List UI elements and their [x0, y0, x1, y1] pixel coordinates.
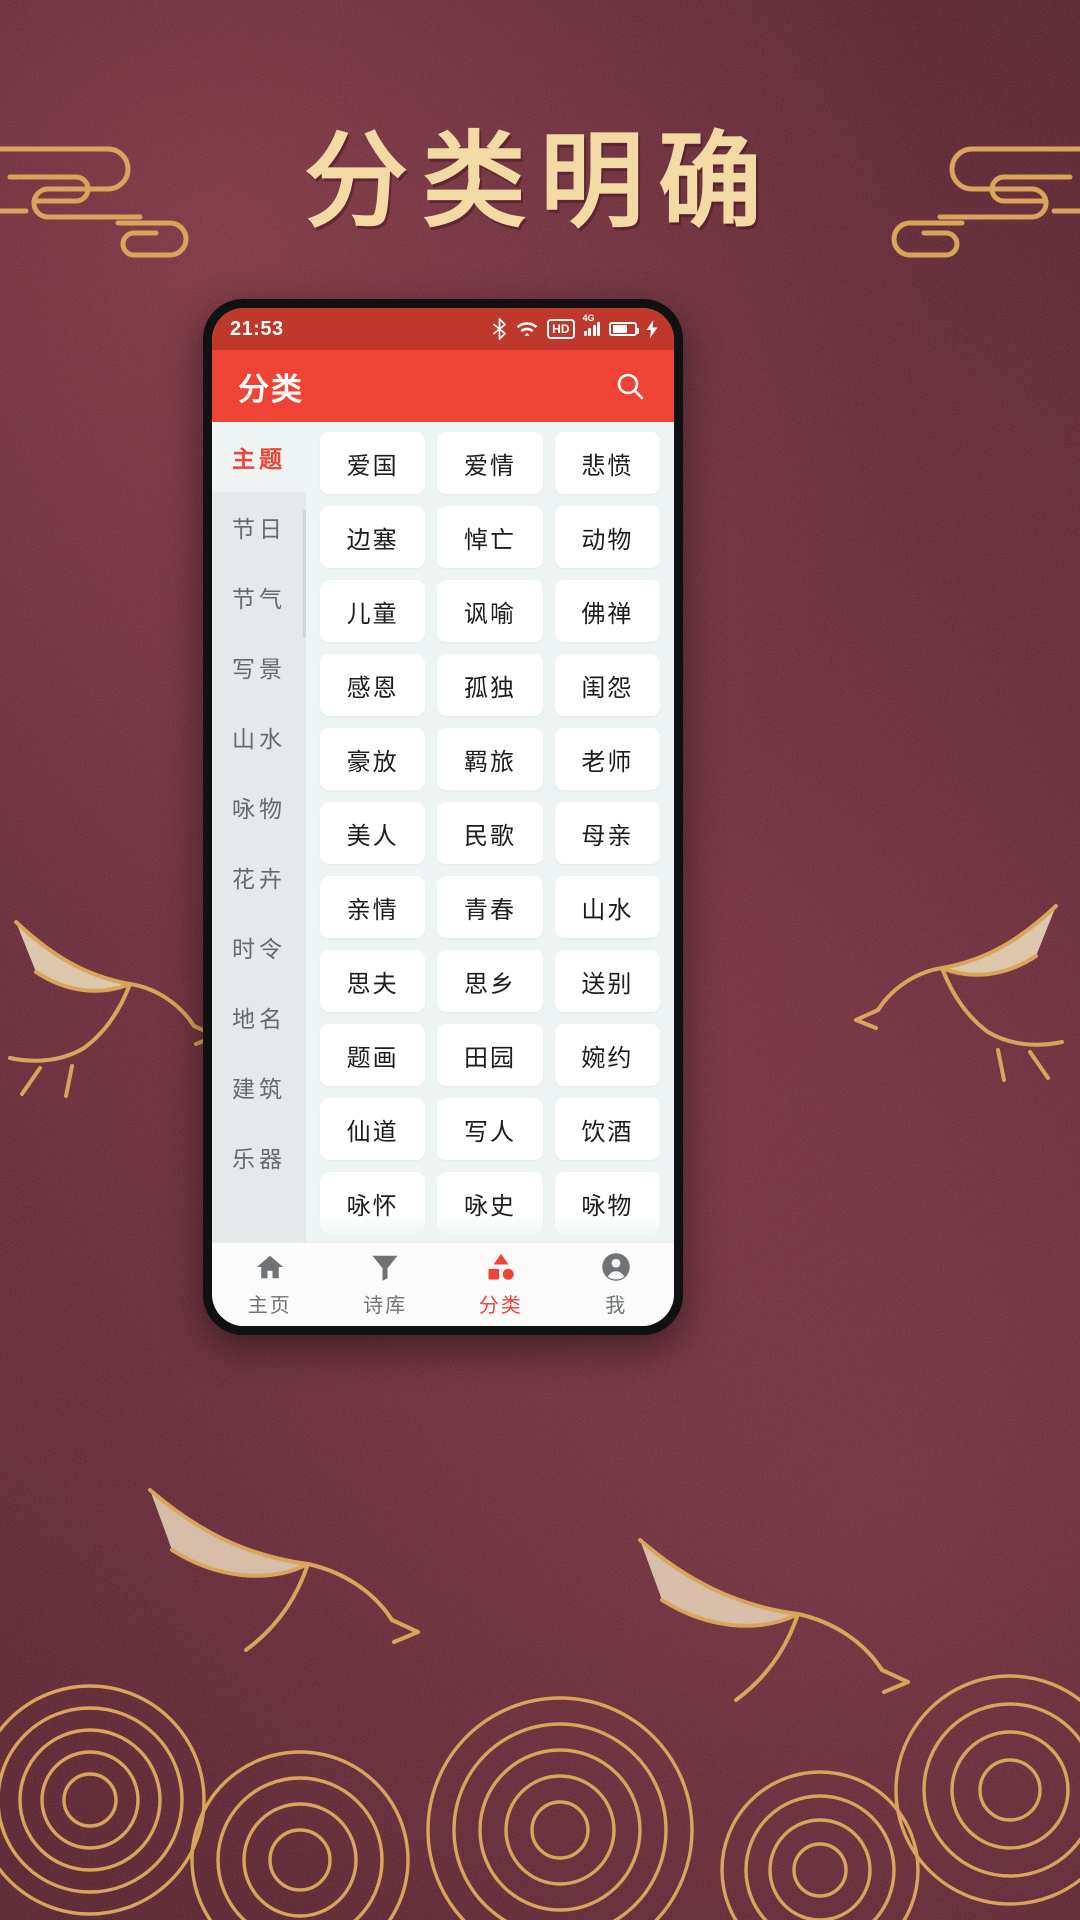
charging-bolt-icon: [646, 320, 658, 338]
nav-tab-3[interactable]: 分类: [443, 1243, 559, 1326]
network-type-label: 4G: [582, 313, 595, 323]
bottom-navigation-bar: 主页 诗库 分类 我: [212, 1242, 674, 1326]
category-chip[interactable]: 思夫: [320, 950, 426, 1012]
category-chip[interactable]: 山水: [554, 876, 660, 938]
search-icon: [617, 373, 644, 400]
category-chip[interactable]: 亲情: [320, 876, 426, 938]
category-chip[interactable]: 田园: [437, 1024, 543, 1086]
chip-grid-pane[interactable]: 爱国 爱情 悲愤边塞 悼亡 动物儿童 讽喻 佛禅感恩 孤独 闺怨豪放 羁旅 老师美人 民歌 母亲亲情 青春…: [306, 422, 674, 1242]
category-chip[interactable]: 动物: [554, 506, 660, 568]
sidebar-item-8[interactable]: 时令: [212, 912, 306, 982]
nav-tab-label: 分类: [478, 1294, 523, 1317]
search-button[interactable]: [608, 364, 652, 408]
category-chip[interactable]: 儿童: [320, 580, 426, 642]
category-chip[interactable]: 青春: [437, 876, 543, 938]
status-bar: 21:53 HD 4G: [212, 308, 674, 350]
category-chip[interactable]: 饮酒: [554, 1098, 660, 1160]
app-bar: 分类: [212, 350, 674, 422]
category-chip[interactable]: 写人: [437, 1098, 543, 1160]
category-chip[interactable]: 边塞: [320, 506, 426, 568]
category-chip[interactable]: 题画: [320, 1024, 426, 1086]
banner-title: 分类明确: [303, 119, 776, 242]
sidebar-item-7[interactable]: 花卉: [212, 842, 306, 912]
category-chip[interactable]: 母亲: [554, 802, 660, 864]
nav-tab-2[interactable]: 诗库: [328, 1243, 444, 1326]
status-bar-icons: HD 4G: [492, 314, 658, 340]
sidebar-item-5[interactable]: 山水: [212, 702, 306, 772]
category-chip[interactable]: 感恩: [320, 654, 426, 716]
person-icon: [602, 1252, 630, 1281]
nav-tab-label: 我: [605, 1294, 628, 1317]
category-chip[interactable]: 美人: [320, 802, 426, 864]
signal-4g-icon: 4G: [583, 314, 600, 336]
category-chip[interactable]: 老师: [554, 728, 660, 790]
category-chip[interactable]: 闺怨: [554, 654, 660, 716]
category-chip[interactable]: 悲愤: [554, 432, 660, 494]
category-chip[interactable]: 孤独: [437, 654, 543, 716]
sidebar-item-2[interactable]: 节日: [212, 492, 306, 562]
home-icon: [256, 1255, 283, 1278]
banner: 分类明确: [0, 119, 1080, 243]
category-chip[interactable]: 民歌: [437, 802, 543, 864]
category-chip[interactable]: 豪放: [320, 728, 426, 790]
category-chip[interactable]: 爱情: [437, 432, 543, 494]
chip-grid: 爱国 爱情 悲愤边塞 悼亡 动物儿童 讽喻 佛禅感恩 孤独 闺怨豪放 羁旅 老师美人 民歌 母亲亲情 青春…: [320, 422, 660, 1242]
battery-icon: [609, 322, 639, 336]
grid-bottom-fade: [306, 1216, 674, 1242]
category-chip[interactable]: 思乡: [437, 950, 543, 1012]
category-content: 主题 节日 节气 写景 山水 咏物 花卉 时令 地名 建筑 乐器 爱国 爱情 悲愤 边塞 悼亡 动物 儿童 讽喻佛…: [212, 422, 674, 1242]
bluetooth-icon: [493, 318, 507, 340]
sidebar-item-6[interactable]: 咏物: [212, 772, 306, 842]
sidebar-item-1[interactable]: 主题: [212, 422, 306, 492]
sidebar-item-3[interactable]: 节气: [212, 562, 306, 632]
shapes-category-icon: [488, 1253, 514, 1280]
sidebar-item-4[interactable]: 写景: [212, 632, 306, 702]
category-chip[interactable]: 爱国: [320, 432, 426, 494]
phone-device-frame: 21:53 HD 4G 分类 主题 节日 节气 写景 山水 咏物 花卉 时令 地…: [203, 299, 683, 1335]
nav-tab-label: 诗库: [363, 1294, 408, 1317]
category-chip[interactable]: 婉约: [554, 1024, 660, 1086]
sidebar-item-9[interactable]: 地名: [212, 982, 306, 1052]
nav-tab-1[interactable]: 主页: [212, 1243, 328, 1326]
sidebar-category-list[interactable]: 主题 节日 节气 写景 山水 咏物 花卉 时令 地名 建筑 乐器: [212, 422, 306, 1242]
page-title: 分类: [238, 371, 304, 407]
funnel-icon: [372, 1255, 398, 1281]
category-chip[interactable]: 佛禅: [554, 580, 660, 642]
sidebar-item-11[interactable]: 乐器: [212, 1122, 306, 1192]
sidebar-item-10[interactable]: 建筑: [212, 1052, 306, 1122]
nav-tab-4[interactable]: 我: [559, 1243, 675, 1326]
status-bar-clock: 21:53: [230, 317, 284, 340]
phone-screen: 21:53 HD 4G 分类 主题 节日 节气 写景 山水 咏物 花卉 时令 地…: [212, 308, 674, 1326]
category-chip[interactable]: 悼亡: [437, 506, 543, 568]
category-chip[interactable]: 送别: [554, 950, 660, 1012]
nav-tab-label: 主页: [247, 1294, 292, 1317]
category-chip[interactable]: 讽喻: [437, 580, 543, 642]
wifi-icon: [516, 322, 538, 336]
hd-icon: HD: [547, 319, 575, 339]
category-chip[interactable]: 羁旅: [437, 728, 543, 790]
category-chip[interactable]: 仙道: [320, 1098, 426, 1160]
